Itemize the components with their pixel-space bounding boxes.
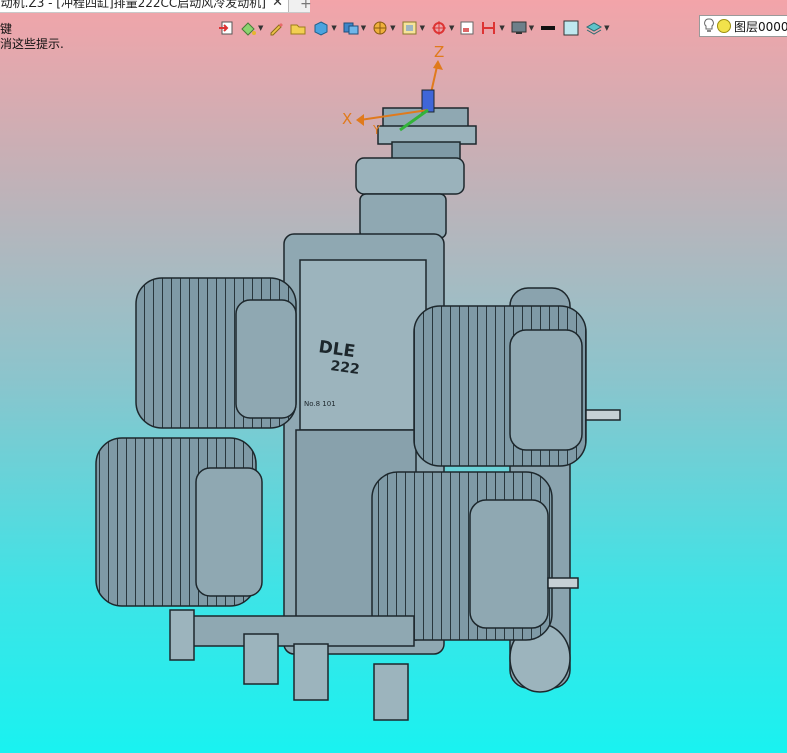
chevron-down-icon[interactable]: ▼ [529,24,534,32]
monitor-icon[interactable]: ▼ [510,16,534,40]
add-tab-button[interactable]: + [300,0,312,11]
prompt-line-2: 消这些提示. [0,37,64,51]
layers-icon[interactable]: ▼ [585,16,610,40]
folder-icon[interactable] [289,16,307,40]
color-swatch-icon[interactable] [562,16,580,40]
spark-plug [585,409,621,421]
chevron-down-icon[interactable]: ▼ [499,24,504,32]
3d-viewport[interactable]: DLE 222 No.8 101 Z X Y [0,0,787,753]
bracket-icon[interactable]: ▼ [480,16,505,40]
box-stack-icon[interactable]: ▼ [342,16,366,40]
line-weight-icon[interactable] [539,16,557,40]
chevron-down-icon[interactable]: ▼ [331,24,336,32]
command-prompt: 键 消这些提示. [0,0,230,55]
target-icon[interactable]: ▼ [430,16,454,40]
square-icon[interactable] [459,16,475,40]
paint-bucket-icon[interactable]: ▼ [239,16,263,40]
chevron-down-icon[interactable]: ▼ [604,24,609,32]
axis-y-label: Y [372,123,381,137]
chevron-down-icon[interactable]: ▼ [361,24,366,32]
exit-icon[interactable] [218,16,234,40]
frame-icon[interactable]: ▼ [401,16,425,40]
chevron-down-icon[interactable]: ▼ [420,24,425,32]
layer-selector[interactable]: 图层0000 [699,15,787,37]
chevron-down-icon[interactable]: ▼ [390,24,395,32]
mount-base [187,615,415,647]
close-icon[interactable]: ✕ [272,0,283,9]
spark-plug [547,577,579,589]
axis-x-label: X [342,110,352,128]
wheel-icon[interactable]: ▼ [371,16,396,40]
chevron-down-icon[interactable]: ▼ [258,24,263,32]
layer-color-dot [717,19,731,33]
cube-icon[interactable]: ▼ [312,16,337,40]
axis-z-label: Z [434,43,444,61]
layer-name: 图层0000 [734,19,787,34]
engine-model[interactable] [95,107,621,721]
chevron-down-icon[interactable]: ▼ [449,24,454,32]
model-serial-label: No.8 101 [304,400,336,408]
bulb-icon[interactable] [703,18,715,34]
pencil-icon[interactable] [268,16,284,40]
